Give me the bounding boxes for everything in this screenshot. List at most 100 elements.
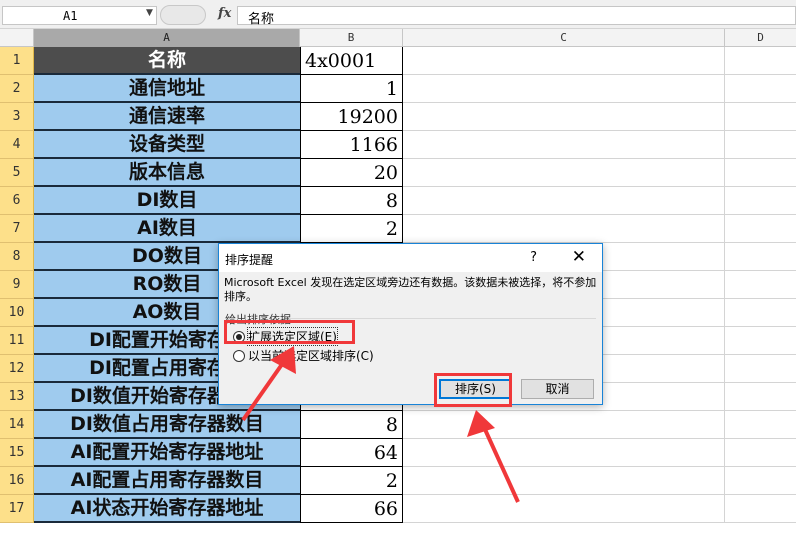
dialog-message: Microsoft Excel 发现在选定区域旁边还有数据。该数据未被选择，将不… [224,276,597,303]
cell-a[interactable]: 名称 [34,47,300,75]
help-icon[interactable]: ? [530,250,537,265]
cell-a[interactable]: 通信地址 [34,75,300,103]
row-header[interactable]: 5 [0,159,34,187]
cell-a[interactable]: 通信速率 [34,103,300,131]
group-divider [289,318,596,319]
cell-a[interactable]: AI数目 [34,215,300,243]
table-row: 7 AI数目 2 [0,215,796,243]
cell-a[interactable]: 设备类型 [34,131,300,159]
cell-b[interactable]: 4x0001 [300,47,403,75]
radio-unchecked-icon[interactable] [233,349,245,362]
row-header[interactable]: 16 [0,467,34,495]
name-box[interactable]: A1 [2,6,157,25]
formula-input[interactable]: 名称 [237,6,796,27]
cell-d[interactable] [725,47,796,75]
table-row: 16 AI配置占用寄存器数目 2 [0,467,796,495]
cell-c[interactable] [403,159,725,187]
radio-label: 以当前选定区域排序(C) [248,349,374,363]
cell-d[interactable] [725,467,796,495]
cell-d[interactable] [725,271,796,299]
row-header[interactable]: 6 [0,187,34,215]
cell-a[interactable]: AI配置占用寄存器数目 [34,467,300,495]
cell-d[interactable] [725,411,796,439]
insert-function-icon[interactable]: fx [218,6,231,21]
row-header[interactable]: 8 [0,243,34,271]
column-header-a[interactable]: A [34,29,300,47]
cell-d[interactable] [725,103,796,131]
cell-c[interactable] [403,439,725,467]
table-row: 4 设备类型 1166 [0,131,796,159]
cell-c[interactable] [403,467,725,495]
row-header[interactable]: 15 [0,439,34,467]
radio-current-selection[interactable]: 以当前选定区域排序(C) [233,347,374,364]
radio-label: 扩展选定区域(E) [247,327,338,346]
cell-b[interactable]: 1166 [300,131,403,159]
radio-checked-icon[interactable] [233,330,245,343]
cell-b[interactable]: 2 [300,467,403,495]
cell-d[interactable] [725,159,796,187]
row-header[interactable]: 10 [0,299,34,327]
table-row: 1 名称 4x0001 [0,47,796,75]
cell-c[interactable] [403,131,725,159]
cell-c[interactable] [403,495,725,523]
cell-d[interactable] [725,131,796,159]
cell-d[interactable] [725,75,796,103]
group-label: 给出排序依据 [225,313,291,326]
cell-c[interactable] [403,103,725,131]
cell-b[interactable]: 64 [300,439,403,467]
row-header[interactable]: 1 [0,47,34,75]
row-header[interactable]: 4 [0,131,34,159]
column-header-d[interactable]: D [725,29,796,47]
formula-bar-splitter[interactable] [160,5,206,25]
cell-d[interactable] [725,299,796,327]
table-row: 17 AI状态开始寄存器地址 66 [0,495,796,523]
column-header-b[interactable]: B [300,29,403,47]
row-header[interactable]: 3 [0,103,34,131]
cell-a[interactable]: AI状态开始寄存器地址 [34,495,300,523]
cell-b[interactable]: 8 [300,411,403,439]
cell-d[interactable] [725,439,796,467]
cell-d[interactable] [725,215,796,243]
column-headers: A B C D [0,29,796,47]
cell-b[interactable]: 20 [300,159,403,187]
cell-a[interactable]: DI数值占用寄存器数目 [34,411,300,439]
dialog-title-bar: 排序提醒 ? ✕ [219,244,602,272]
cell-a[interactable]: AI配置开始寄存器地址 [34,439,300,467]
cell-b[interactable]: 1 [300,75,403,103]
cell-d[interactable] [725,355,796,383]
cell-d[interactable] [725,327,796,355]
cell-d[interactable] [725,495,796,523]
row-header[interactable]: 7 [0,215,34,243]
row-header[interactable]: 12 [0,355,34,383]
table-row: 2 通信地址 1 [0,75,796,103]
column-header-c[interactable]: C [403,29,725,47]
dialog-title: 排序提醒 [225,253,274,267]
row-header[interactable]: 2 [0,75,34,103]
cell-c[interactable] [403,411,725,439]
radio-expand-selection[interactable]: 扩展选定区域(E) [233,327,338,346]
cell-d[interactable] [725,243,796,271]
cell-c[interactable] [403,47,725,75]
cell-c[interactable] [403,187,725,215]
row-header[interactable]: 11 [0,327,34,355]
row-header[interactable]: 17 [0,495,34,523]
dropdown-arrow-icon[interactable]: ▼ [146,8,153,18]
row-header[interactable]: 14 [0,411,34,439]
cell-b[interactable]: 19200 [300,103,403,131]
cell-d[interactable] [725,383,796,411]
cell-a[interactable]: DI数目 [34,187,300,215]
cell-d[interactable] [725,187,796,215]
cell-a[interactable]: 版本信息 [34,159,300,187]
cell-b[interactable]: 8 [300,187,403,215]
cell-c[interactable] [403,215,725,243]
close-icon[interactable]: ✕ [572,247,586,267]
cancel-button[interactable]: 取消 [521,379,594,399]
sort-button[interactable]: 排序(S) [439,379,512,399]
table-row: 3 通信速率 19200 [0,103,796,131]
row-header[interactable]: 13 [0,383,34,411]
cell-b[interactable]: 66 [300,495,403,523]
cell-c[interactable] [403,75,725,103]
row-header[interactable]: 9 [0,271,34,299]
select-all-corner[interactable] [0,29,34,47]
cell-b[interactable]: 2 [300,215,403,243]
